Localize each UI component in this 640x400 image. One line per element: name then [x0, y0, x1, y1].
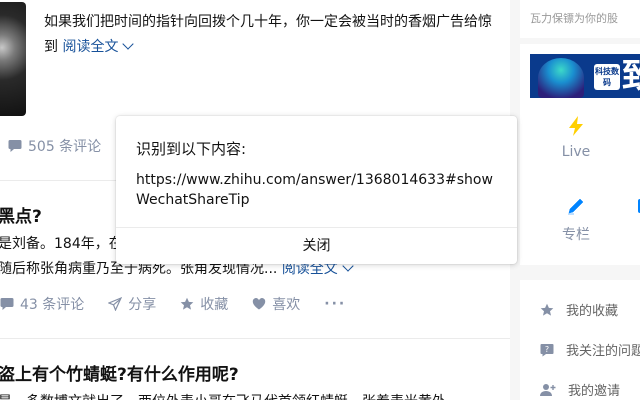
banner-headline: 致 [622, 56, 640, 96]
question-icon: ? [540, 343, 554, 356]
lightning-icon [569, 116, 583, 136]
close-button[interactable]: 关闭 [116, 228, 517, 264]
chevron-down-icon [122, 38, 135, 50]
action-bar: 43 条评论 分享 收藏 喜欢 ··· [0, 294, 370, 314]
right-sidebar: 瓦力保镖为你的股 科技数码 致 Live 专栏 我的收藏 ? 我关注的问题 我的… [520, 0, 640, 400]
detected-url[interactable]: https://www.zhihu.com/answer/1368014633#… [136, 170, 501, 210]
question-title[interactable]: 黑点? [0, 202, 42, 227]
partial-quick-button[interactable] [624, 196, 640, 224]
comments-button[interactable]: 505 条评论 [8, 136, 101, 156]
comment-icon [8, 140, 22, 152]
sidebar-link-favorites[interactable]: 我的收藏 [540, 300, 618, 319]
star-icon [180, 297, 194, 310]
favorite-button[interactable]: 收藏 [180, 294, 228, 314]
read-more-link[interactable]: 阅读全文 [62, 38, 135, 55]
comments-button[interactable]: 43 条评论 [0, 294, 84, 314]
sidebar-card: 科技数码 致 Live 专栏 [520, 44, 640, 265]
comment-icon [0, 298, 14, 310]
article-thumbnail[interactable] [0, 2, 26, 116]
more-options-button[interactable]: ··· [324, 296, 346, 312]
heart-icon [253, 298, 266, 310]
svg-text:?: ? [545, 345, 549, 354]
article-excerpt[interactable]: 如果我们把时间的指针向回拨个几十年，你一定会被当时的香烟广告给惊到 阅读全文 [44, 10, 494, 60]
action-bar: 505 条评论 [8, 136, 125, 156]
banner-illustration [538, 58, 584, 98]
dialog-title: 识别到以下内容: [136, 140, 247, 158]
answer-excerpt-line[interactable]: 是，多数博文就出了，西位外表小哥在飞马代首领红蜻蜓，张着表光黄外 [0, 390, 446, 400]
column-button[interactable]: 专栏 [556, 196, 596, 244]
divider [0, 338, 510, 339]
sidebar-link-following-questions[interactable]: ? 我关注的问题 [540, 340, 640, 359]
add-user-icon [540, 383, 556, 396]
live-button[interactable]: Live [556, 116, 596, 160]
star-icon [540, 303, 554, 316]
share-icon [108, 297, 123, 311]
detected-content-dialog: 识别到以下内容: https://www.zhihu.com/answer/13… [116, 116, 517, 264]
banner-tag: 科技数码 [594, 64, 620, 90]
promo-banner[interactable]: 科技数码 致 [530, 54, 640, 98]
share-button[interactable]: 分享 [108, 294, 156, 314]
partial-icon [638, 199, 640, 213]
sidebar-links: 我的收藏 ? 我关注的问题 我的邀请 [520, 280, 640, 400]
pen-icon [568, 198, 584, 215]
like-button[interactable]: 喜欢 [252, 294, 300, 314]
answer-excerpt-line[interactable]: 是刘备。184年，在 [0, 232, 123, 257]
sidebar-link-invitations[interactable]: 我的邀请 [540, 380, 620, 399]
sidebar-ad-text[interactable]: 瓦力保镖为你的股 [520, 0, 640, 38]
question-title[interactable]: 盗上有个竹蜻蜓?有什么作用呢? [0, 360, 239, 385]
